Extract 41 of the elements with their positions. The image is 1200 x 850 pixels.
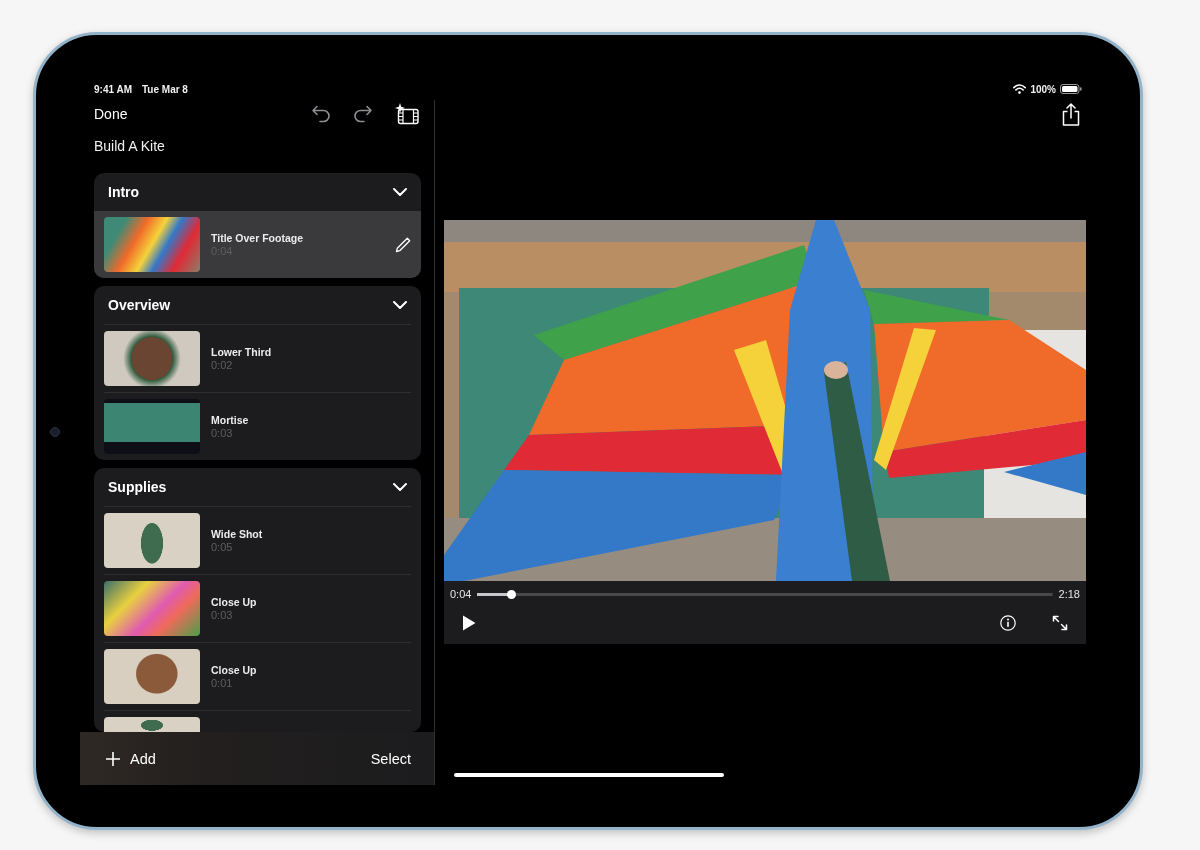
clip-row[interactable]: Close Up 0:01 <box>94 643 421 710</box>
battery-percentage: 100% <box>1030 83 1056 95</box>
section-header[interactable]: Intro <box>94 173 421 211</box>
total-time: 2:18 <box>1058 588 1080 600</box>
done-button[interactable]: Done <box>94 106 128 122</box>
section-header[interactable]: Overview <box>94 286 421 324</box>
clip-row[interactable]: Wide Shot 0:05 <box>94 507 421 574</box>
clip-title: Mortise <box>211 413 249 427</box>
share-icon[interactable] <box>1062 102 1080 126</box>
status-date: Tue Mar 8 <box>142 83 188 95</box>
clip-title: Title Over Footage <box>211 231 303 245</box>
elapsed-time: 0:04 <box>450 588 472 600</box>
clip-title: Close Up <box>211 663 257 677</box>
info-icon[interactable] <box>1000 615 1016 631</box>
wifi-icon <box>1013 84 1027 94</box>
scrubber-handle[interactable] <box>507 589 517 599</box>
play-icon[interactable] <box>462 615 476 631</box>
undo-icon[interactable] <box>311 105 331 123</box>
clip-duration: 0:05 <box>211 540 233 554</box>
clip-duration: 0:01 <box>211 676 233 690</box>
clip-duration: 0:03 <box>211 426 233 440</box>
clip-duration: 0:03 <box>211 608 233 622</box>
camera-icon <box>50 426 60 437</box>
clip-title: Close Up <box>211 595 257 609</box>
redo-icon[interactable] <box>353 105 373 123</box>
project-title: Build A Kite <box>94 137 165 156</box>
clip-title: Lower Third <box>211 345 272 359</box>
clip-row[interactable]: Mortise 0:03 <box>94 393 421 460</box>
select-button[interactable]: Select <box>370 750 411 767</box>
clip-title: Wide Shot <box>211 527 263 541</box>
status-time: 9:41 AM <box>94 83 132 95</box>
add-button[interactable]: Add <box>106 750 156 767</box>
section-header[interactable]: Supplies <box>94 468 421 506</box>
clip-row[interactable]: Close Up 0:03 <box>94 575 421 642</box>
pencil-icon[interactable] <box>395 236 411 253</box>
plus-icon <box>106 751 120 766</box>
clip-duration: 0:02 <box>211 358 233 372</box>
battery-icon <box>1060 84 1082 94</box>
film-sparkle-icon[interactable] <box>395 103 419 125</box>
expand-icon[interactable] <box>1052 615 1068 631</box>
clip-row[interactable]: Lower Third 0:02 <box>94 325 421 392</box>
